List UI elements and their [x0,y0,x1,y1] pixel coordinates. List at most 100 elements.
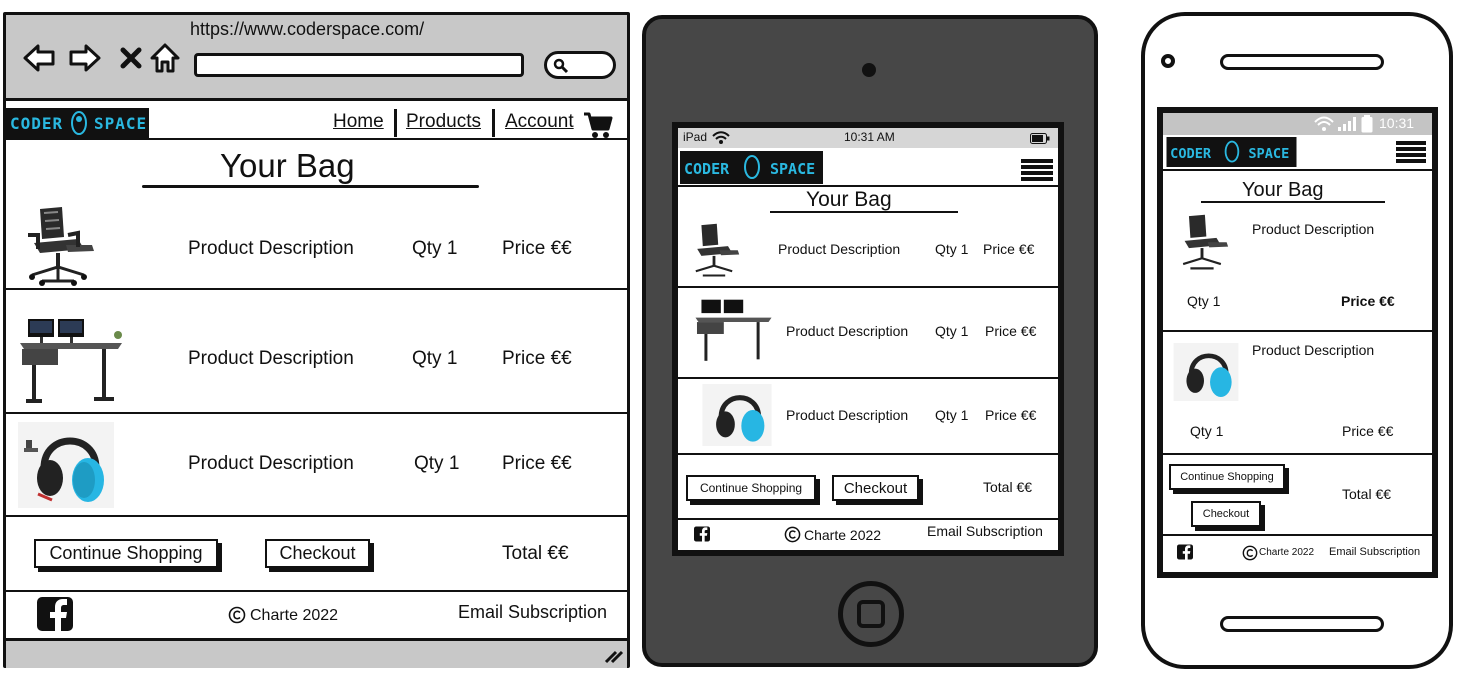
total-price: Total €€ [983,479,1033,495]
coder-space-logo[interactable]: CODER SPACE [6,108,149,138]
email-subscription-link[interactable]: Email Subscription [458,602,607,623]
page-title: Your Bag [1242,179,1324,201]
speaker-grille [1220,54,1384,70]
checkout-button[interactable]: Checkout [832,475,919,501]
browser-chrome: https://www.coderspace.com/ [6,15,627,101]
product-qty: Qty 1 [412,348,458,369]
row-divider [1163,453,1432,455]
browser-status-bar [6,638,627,668]
wifi-icon [712,131,730,144]
coder-space-logo[interactable]: CODER SPACE [1163,137,1300,167]
product-qty: Qty 1 [935,241,969,257]
title-underline [770,211,958,213]
product-qty: Qty 1 [1190,423,1224,439]
resize-handle-icon[interactable] [604,648,624,664]
nav-products-link[interactable]: Products [406,111,481,133]
back-arrow-icon[interactable] [22,41,56,75]
facebook-icon[interactable] [694,526,710,542]
copyright-icon [228,606,246,624]
hamburger-menu-icon[interactable] [1396,141,1426,163]
product-description: Product Description [188,453,354,474]
facebook-icon[interactable] [1177,544,1193,560]
product-description: Product Description [778,241,901,257]
footer-divider [1163,534,1432,536]
device-name: iPad [683,130,708,144]
header-divider [1163,169,1432,171]
hamburger-menu-icon[interactable] [1021,159,1053,181]
headphones-image [1173,343,1239,401]
svg-text:SPACE: SPACE [770,160,815,178]
product-price: Price €€ [502,238,572,259]
email-subscription-link[interactable]: Email Subscription [1329,546,1420,558]
gaming-desk-image [695,299,772,361]
product-qty: Qty 1 [412,238,458,259]
phone-screen: 10:31 CODER SPACE Your Bag Product Descr… [1157,107,1438,578]
url-input[interactable] [194,53,524,77]
product-description: Product Description [188,238,354,259]
continue-shopping-button[interactable]: Continue Shopping [1169,464,1285,490]
product-price: Price €€ [985,323,1037,339]
copyright-text: Charte 2022 [804,527,882,543]
page-title: Your Bag [806,188,892,211]
close-icon[interactable] [114,41,148,75]
product-price: Price €€ [1342,423,1394,439]
footer-divider [6,590,627,592]
product-description: Product Description [188,348,354,369]
svg-text:SPACE: SPACE [94,114,147,133]
home-button-icon[interactable] [838,581,904,647]
status-time: 10:31 AM [844,130,895,144]
forward-arrow-icon[interactable] [68,41,102,75]
product-price: Price €€ [1341,293,1395,309]
nav-separator [394,109,397,137]
cart-icon[interactable] [583,111,613,139]
email-subscription-link[interactable]: Email Subscription [927,523,1043,539]
battery-icon [1030,133,1050,144]
product-price: Price €€ [502,453,572,474]
bottom-bezel-bar [1220,616,1384,632]
product-description: Product Description [1252,342,1375,358]
status-time: 10:31 [1379,115,1415,131]
product-qty: Qty 1 [935,323,969,339]
tablet-screen: iPad 10:31 AM CODER SPACE Your Bag Produ… [672,122,1064,556]
browser-search-input[interactable] [544,51,616,79]
title-underline [1201,201,1385,203]
nav-account-link[interactable]: Account [505,111,574,133]
nav-separator [492,109,495,137]
gaming-chair-image [695,223,740,277]
product-price: Price €€ [502,348,572,369]
gaming-chair-image [28,207,94,286]
svg-text:CODER: CODER [684,160,730,178]
home-icon[interactable] [148,41,182,75]
continue-shopping-button[interactable]: Continue Shopping [34,539,218,568]
gaming-chair-image [1182,214,1229,270]
facebook-icon[interactable] [37,597,73,631]
row-divider [6,515,627,517]
wifi-icon [1314,116,1334,131]
copyright-text: Charte 2022 [250,607,339,624]
headphones-image [18,422,114,508]
copyright-icon [1242,545,1258,561]
url-text: https://www.coderspace.com/ [190,19,425,39]
continue-shopping-button[interactable]: Continue Shopping [686,475,816,501]
row-divider [6,288,627,290]
total-price: Total €€ [1342,486,1392,502]
signal-icon [1338,117,1356,131]
row-divider [678,286,1058,288]
camera-icon [862,63,876,77]
checkout-button[interactable]: Checkout [1191,501,1261,527]
row-divider [678,453,1058,455]
product-qty: Qty 1 [935,407,969,423]
coder-space-logo[interactable]: CODER SPACE [680,151,823,184]
nav-home-link[interactable]: Home [333,111,384,133]
product-description: Product Description [786,323,909,339]
row-divider [1163,330,1432,332]
row-divider [678,377,1058,379]
page-title: Your Bag [220,147,355,184]
row-divider [6,412,627,414]
home-button-inner [857,600,885,628]
header-divider [678,185,1058,187]
checkout-button[interactable]: Checkout [265,539,370,568]
status-bar: iPad 10:31 AM [678,128,1058,148]
front-camera-icon [1161,54,1175,68]
gaming-desk-image [20,319,122,403]
